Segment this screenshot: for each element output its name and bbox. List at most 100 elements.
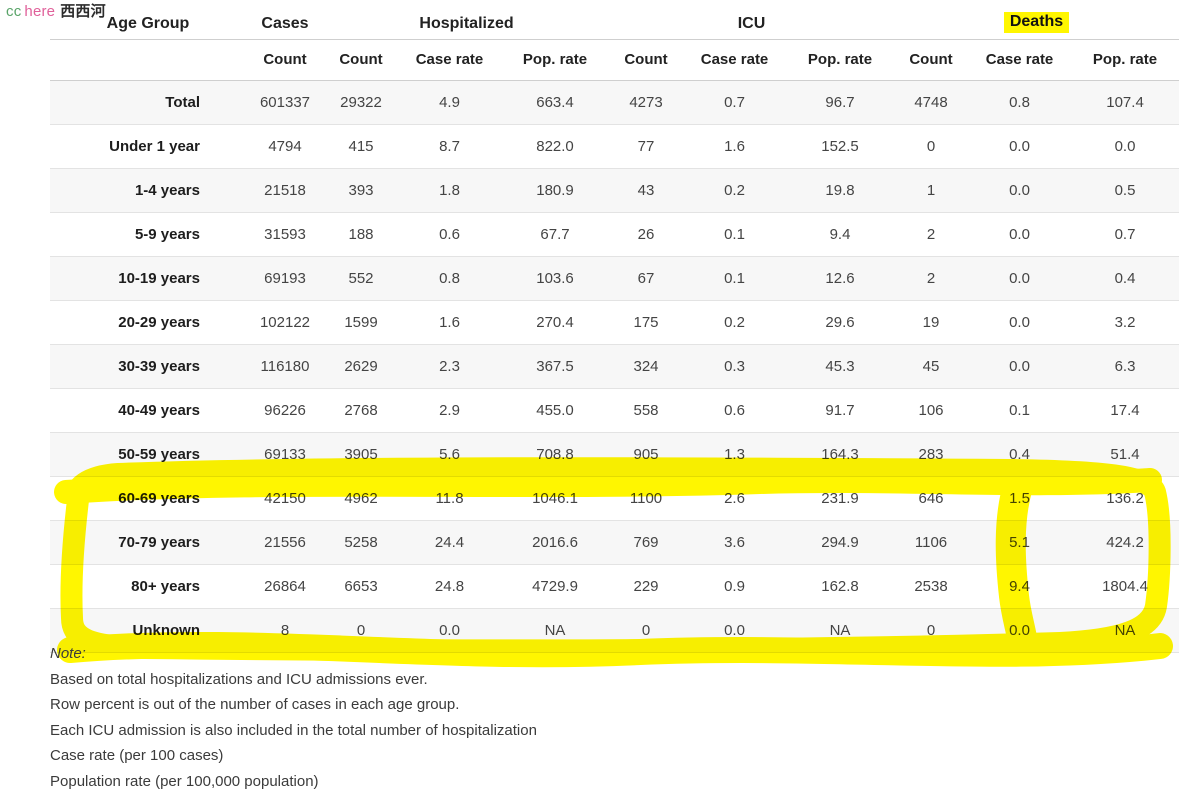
subheader-icu-count: Count: [609, 39, 684, 81]
age-group-table-container: Age Group Cases Hospitalized ICU Deaths …: [50, 0, 1180, 653]
header-group-age: Age Group: [50, 0, 246, 40]
cell-hosp-pop-rate: 270.4: [501, 300, 610, 345]
cell-cases-count: 4794: [246, 124, 324, 169]
cell-deaths-pop-rate: 17.4: [1071, 388, 1180, 433]
table-row: 70-79 years 21556 5258 24.4 2016.6 769 3.6 294.…: [50, 520, 1180, 565]
cell-deaths-pop-rate: 136.2: [1071, 476, 1180, 521]
cell-hosp-pop-rate: 367.5: [501, 344, 610, 389]
cell-hosp-count: 3905: [324, 432, 398, 477]
header-subheader-row: Count Count Case rate Pop. rate Count Ca…: [50, 39, 1180, 81]
cell-icu-pop-rate: 91.7: [786, 388, 895, 433]
cell-icu-count: 77: [609, 124, 684, 169]
cell-hosp-case-rate: 11.8: [398, 476, 501, 521]
cell-icu-pop-rate: 294.9: [786, 520, 895, 565]
cell-hosp-count: 415: [324, 124, 398, 169]
subheader-deaths-pop-rate: Pop. rate: [1071, 39, 1180, 81]
cell-icu-pop-rate: 45.3: [786, 344, 895, 389]
cell-cases-count: 31593: [246, 212, 324, 257]
table-row: 60-69 years 42150 4962 11.8 1046.1 1100 2.6 231…: [50, 476, 1180, 521]
subheader-hosp-count: Count: [324, 39, 398, 81]
row-label-age-group: Total: [50, 80, 246, 125]
header-group-hospitalized: Hospitalized: [324, 0, 610, 40]
deaths-highlight-label: Deaths: [1003, 12, 1070, 33]
cell-deaths-count: 106: [894, 388, 969, 433]
cell-hosp-count: 552: [324, 256, 398, 301]
header-group-deaths: Deaths: [894, 0, 1180, 40]
cell-deaths-case-rate: 0.0: [968, 168, 1072, 213]
notes-heading: Note:: [50, 645, 86, 662]
table-row: 20-29 years 102122 1599 1.6 270.4 175 0.2 29.6 1…: [50, 300, 1180, 345]
cell-hosp-case-rate: 0.6: [398, 212, 501, 257]
row-label-age-group: 70-79 years: [50, 520, 246, 565]
cell-icu-count: 1100: [609, 476, 684, 521]
cell-cases-count: 116180: [246, 344, 324, 389]
cell-deaths-case-rate: 9.4: [968, 564, 1072, 609]
cell-hosp-count: 6653: [324, 564, 398, 609]
cell-icu-count: 229: [609, 564, 684, 609]
note-line-5: Population rate (per 100,000 population): [50, 772, 319, 790]
cell-deaths-case-rate: 0.4: [968, 432, 1072, 477]
table-row: 30-39 years 116180 2629 2.3 367.5 324 0.3 45.3 4…: [50, 344, 1180, 389]
header-group-cases: Cases: [246, 0, 324, 40]
cell-hosp-pop-rate: 67.7: [501, 212, 610, 257]
subheader-blank: [50, 39, 246, 81]
cell-deaths-case-rate: 0.0: [968, 300, 1072, 345]
cell-deaths-count: 4748: [894, 80, 969, 125]
cell-icu-case-rate: 0.7: [683, 80, 787, 125]
cell-deaths-pop-rate: 1804.4: [1071, 564, 1180, 609]
subheader-icu-pop-rate: Pop. rate: [786, 39, 895, 81]
cell-hosp-count: 188: [324, 212, 398, 257]
subheader-deaths-case-rate: Case rate: [968, 39, 1072, 81]
cell-icu-count: 905: [609, 432, 684, 477]
cell-hosp-case-rate: 4.9: [398, 80, 501, 125]
cell-icu-case-rate: 3.6: [683, 520, 787, 565]
cell-icu-count: 26: [609, 212, 684, 257]
cell-icu-case-rate: 0.9: [683, 564, 787, 609]
cell-hosp-case-rate: 5.6: [398, 432, 501, 477]
table-row: Under 1 year 4794 415 8.7 822.0 77 1.6 152.5 0 0.…: [50, 124, 1180, 169]
cell-icu-pop-rate: 9.4: [786, 212, 895, 257]
cell-hosp-pop-rate: 822.0: [501, 124, 610, 169]
row-label-age-group: 30-39 years: [50, 344, 246, 389]
table-row: 1-4 years 21518 393 1.8 180.9 43 0.2 19.8 1 0.0 0.…: [50, 168, 1180, 213]
row-label-age-group: 20-29 years: [50, 300, 246, 345]
cell-icu-pop-rate: 231.9: [786, 476, 895, 521]
cell-deaths-case-rate: 0.0: [968, 124, 1072, 169]
cell-icu-pop-rate: 29.6: [786, 300, 895, 345]
cell-icu-case-rate: 0.1: [683, 256, 787, 301]
cell-hosp-pop-rate: 180.9: [501, 168, 610, 213]
cell-icu-case-rate: 0.6: [683, 388, 787, 433]
cell-cases-count: 96226: [246, 388, 324, 433]
cell-hosp-count: 393: [324, 168, 398, 213]
cell-icu-case-rate: 0.2: [683, 300, 787, 345]
table-header: Age Group Cases Hospitalized ICU Deaths …: [50, 0, 1180, 81]
cell-hosp-case-rate: 2.3: [398, 344, 501, 389]
cell-cases-count: 601337: [246, 80, 324, 125]
cell-deaths-case-rate: 0.0: [968, 344, 1072, 389]
cell-cases-count: 69193: [246, 256, 324, 301]
cell-hosp-count: 4962: [324, 476, 398, 521]
row-label-age-group: 80+ years: [50, 564, 246, 609]
cell-icu-case-rate: 0.3: [683, 344, 787, 389]
cell-cases-count: 42150: [246, 476, 324, 521]
cell-deaths-case-rate: 0.0: [968, 256, 1072, 301]
cell-hosp-case-rate: 0.8: [398, 256, 501, 301]
cell-icu-pop-rate: 162.8: [786, 564, 895, 609]
cell-hosp-pop-rate: 2016.6: [501, 520, 610, 565]
cell-hosp-count: 5258: [324, 520, 398, 565]
cell-icu-case-rate: 1.6: [683, 124, 787, 169]
cell-hosp-case-rate: 8.7: [398, 124, 501, 169]
cell-hosp-case-rate: 1.8: [398, 168, 501, 213]
cell-icu-pop-rate: 152.5: [786, 124, 895, 169]
table-row: 80+ years 26864 6653 24.8 4729.9 229 0.9 162.8 2…: [50, 564, 1180, 609]
cell-icu-pop-rate: 19.8: [786, 168, 895, 213]
cell-deaths-pop-rate: 3.2: [1071, 300, 1180, 345]
row-label-age-group: 5-9 years: [50, 212, 246, 257]
cell-deaths-pop-rate: NA: [1071, 608, 1180, 653]
cell-hosp-pop-rate: 4729.9: [501, 564, 610, 609]
cell-icu-pop-rate: 12.6: [786, 256, 895, 301]
cell-hosp-pop-rate: 1046.1: [501, 476, 610, 521]
cell-deaths-count: 19: [894, 300, 969, 345]
watermark-cc: cc: [6, 3, 22, 20]
cell-deaths-pop-rate: 424.2: [1071, 520, 1180, 565]
